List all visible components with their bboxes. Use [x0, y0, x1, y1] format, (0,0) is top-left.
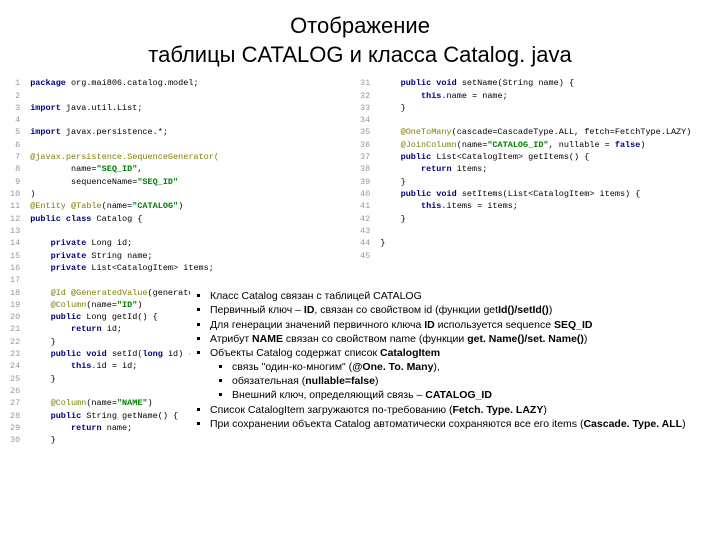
note-item: Объекты Catalog содержат список CatalogI… [210, 346, 686, 403]
notes-box: Класс Catalog связан с таблицей CATALOG … [190, 285, 692, 435]
note-subitem: связь "один-ко-многим" (@One. To. Many), [232, 360, 686, 374]
note-subitem: обязательная (nullable=false) [232, 374, 686, 388]
line-numbers-left: 1 2 3 4 5 6 7 8 9 10 11 12 13 14 15 16 1… [10, 77, 30, 446]
note-item: Класс Catalog связан с таблицей CATALOG [210, 289, 686, 303]
note-subitem: Внешний ключ, определяющий связь – CATAL… [232, 388, 686, 402]
slide-title: Отображение таблицы CATALOG и класса Cat… [0, 0, 720, 77]
content-area: 1 2 3 4 5 6 7 8 9 10 11 12 13 14 15 16 1… [0, 77, 720, 446]
note-item: Первичный ключ – ID, связан со свойством… [210, 303, 686, 317]
note-item: Для генерации значений первичного ключа … [210, 318, 686, 332]
note-item: При сохранении объекта Catalog автоматич… [210, 417, 686, 431]
note-item: Атрибут NAME связан со свойством name (ф… [210, 332, 686, 346]
note-item: Список CatalogItem загружаются по-требов… [210, 403, 686, 417]
